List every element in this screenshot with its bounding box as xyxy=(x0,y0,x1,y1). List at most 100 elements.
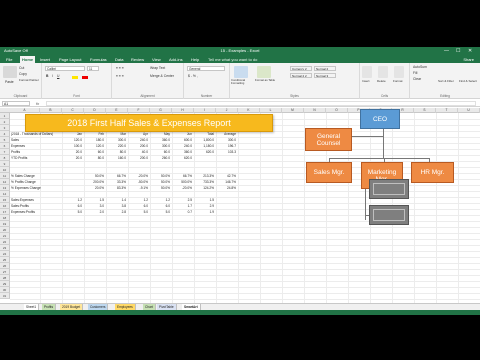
font-size-box[interactable]: 11 xyxy=(87,66,99,71)
value-cell[interactable]: 24.8% xyxy=(216,185,236,191)
value-cell[interactable]: -20.0% xyxy=(172,185,192,191)
style-normal-2-2[interactable]: Normal 2 2 xyxy=(290,73,312,78)
report-title-banner[interactable]: 2018 First Half Sales & Expenses Report xyxy=(25,114,273,132)
column-header[interactable]: D xyxy=(84,108,106,113)
worksheet-grid[interactable]: ABCDEFGHIJKLMNOPQRSTU 123456789101112131… xyxy=(0,108,480,303)
tab-review[interactable]: Review xyxy=(129,56,146,63)
conditional-formatting-button[interactable]: Conditional Formatting xyxy=(231,79,253,85)
org-blank-box-1[interactable] xyxy=(369,179,409,199)
row-label-cell[interactable]: % Expenses Change xyxy=(11,185,51,191)
cut-button[interactable]: Cut xyxy=(19,66,24,71)
org-general-counsel[interactable]: General Counsel xyxy=(305,128,352,151)
value-cell[interactable]: 200.0 xyxy=(128,155,148,161)
value-cell[interactable]: 80.0 xyxy=(84,155,104,161)
accounting-format-icon[interactable]: $ - % , xyxy=(188,74,198,79)
find-select-button[interactable]: Find & Select xyxy=(459,79,477,84)
column-header[interactable]: K xyxy=(238,108,260,113)
value-cell[interactable]: 83.3% xyxy=(106,185,126,191)
column-header[interactable]: N xyxy=(304,108,326,113)
value-cell[interactable] xyxy=(62,185,82,191)
row-label-cell[interactable]: YTD Profits xyxy=(11,155,41,161)
tab-help[interactable]: Help xyxy=(189,56,201,63)
style-normal-2[interactable]: Normal 2 xyxy=(314,66,336,71)
conditional-formatting-icon[interactable] xyxy=(234,66,248,78)
tab-home[interactable]: Home xyxy=(20,56,36,63)
style-normal-3[interactable]: Normal 3 xyxy=(314,73,336,78)
value-cell[interactable]: 2.8 xyxy=(106,209,126,215)
column-header[interactable]: L xyxy=(260,108,282,113)
merge-center-button[interactable]: Merge & Center xyxy=(150,74,174,79)
value-cell[interactable]: 50.0% xyxy=(150,185,170,191)
column-header[interactable]: B xyxy=(40,108,62,113)
value-cell[interactable]: 124.2% xyxy=(194,185,214,191)
maximize-button[interactable]: ☐ xyxy=(456,47,460,55)
tab-file[interactable]: File xyxy=(4,56,14,63)
column-header[interactable]: T xyxy=(436,108,458,113)
wrap-text-button[interactable]: Wrap Text xyxy=(150,66,165,71)
value-cell[interactable]: 20.0 xyxy=(62,155,82,161)
clear-button[interactable]: Clear xyxy=(413,77,421,82)
value-cell[interactable] xyxy=(216,155,236,161)
bold-button[interactable]: B xyxy=(46,74,48,79)
align-center-icon[interactable]: ≡ ≡ ≡ xyxy=(116,74,124,79)
column-header[interactable]: C xyxy=(62,108,84,113)
delete-cells-icon[interactable] xyxy=(378,66,388,78)
fill-button[interactable]: Fill xyxy=(413,71,417,76)
tell-me-search[interactable]: Tell me what you want to do xyxy=(208,56,257,63)
format-as-table-button[interactable]: Format as Table xyxy=(255,79,275,82)
tab-view[interactable]: View xyxy=(150,56,163,63)
value-cell[interactable]: 20.0% xyxy=(84,185,104,191)
column-header[interactable]: G xyxy=(150,108,172,113)
paste-button[interactable]: Paste xyxy=(5,80,14,85)
font-color-icon[interactable] xyxy=(82,76,88,79)
paste-icon[interactable] xyxy=(3,66,17,78)
tab-formulas[interactable]: Formulas xyxy=(88,56,109,63)
column-header[interactable]: F xyxy=(128,108,150,113)
format-painter-button[interactable]: Format Painter xyxy=(19,78,39,83)
tab-add-ins[interactable]: Add-ins xyxy=(167,56,185,63)
insert-cells-icon[interactable] xyxy=(362,66,372,78)
row-header[interactable]: 31 xyxy=(0,293,10,299)
column-header[interactable]: I xyxy=(194,108,216,113)
row-label-cell[interactable]: Expenses:Profits xyxy=(11,209,51,215)
org-sales-mgr[interactable]: Sales Mgr. xyxy=(306,162,352,183)
format-table-icon[interactable] xyxy=(257,66,271,78)
italic-button[interactable]: I xyxy=(52,74,53,79)
value-cell[interactable]: 5.0 xyxy=(62,209,82,215)
format-cells-icon[interactable] xyxy=(394,66,404,78)
name-box[interactable]: A1 xyxy=(2,101,30,106)
close-button[interactable]: ✕ xyxy=(468,47,472,55)
font-name-box[interactable]: Calibri xyxy=(45,66,85,71)
copy-button[interactable]: Copy xyxy=(19,72,27,77)
tab-data[interactable]: Data xyxy=(113,56,125,63)
fx-icon[interactable]: fx xyxy=(36,100,39,107)
value-cell[interactable]: 160.0 xyxy=(106,155,126,161)
org-ceo[interactable]: CEO xyxy=(360,109,400,129)
column-header[interactable]: J xyxy=(216,108,238,113)
format-button[interactable]: Format xyxy=(393,79,403,84)
value-cell[interactable]: 260.0 xyxy=(150,155,170,161)
org-blank-box-2[interactable] xyxy=(369,205,409,225)
fill-color-icon[interactable] xyxy=(72,76,78,79)
align-lines-icon[interactable]: ≡ ≡ ≡ xyxy=(116,66,124,71)
column-header[interactable]: U xyxy=(458,108,480,113)
value-cell[interactable]: 0.7 xyxy=(172,209,192,215)
value-cell[interactable] xyxy=(194,155,214,161)
number-format-box[interactable]: General xyxy=(187,66,225,71)
org-hr-mgr[interactable]: HR Mgr. xyxy=(411,162,454,183)
value-cell[interactable]: 620.0 xyxy=(172,155,192,161)
value-cell[interactable]: -9.1% xyxy=(128,185,148,191)
value-cell[interactable]: 1.9 xyxy=(194,209,214,215)
column-header[interactable]: S xyxy=(414,108,436,113)
column-header[interactable]: A xyxy=(10,108,40,113)
value-cell[interactable]: 2.0 xyxy=(84,209,104,215)
value-cell[interactable]: 5.0 xyxy=(128,209,148,215)
value-cell[interactable] xyxy=(216,209,236,215)
share-button[interactable]: Share xyxy=(463,56,474,63)
delete-button[interactable]: Delete xyxy=(377,79,386,84)
formula-input[interactable] xyxy=(46,101,476,106)
column-header[interactable]: M xyxy=(282,108,304,113)
insert-button[interactable]: Insert xyxy=(362,79,370,84)
underline-button[interactable]: U xyxy=(57,74,59,79)
autosum-button[interactable]: AutoSum xyxy=(413,65,427,70)
